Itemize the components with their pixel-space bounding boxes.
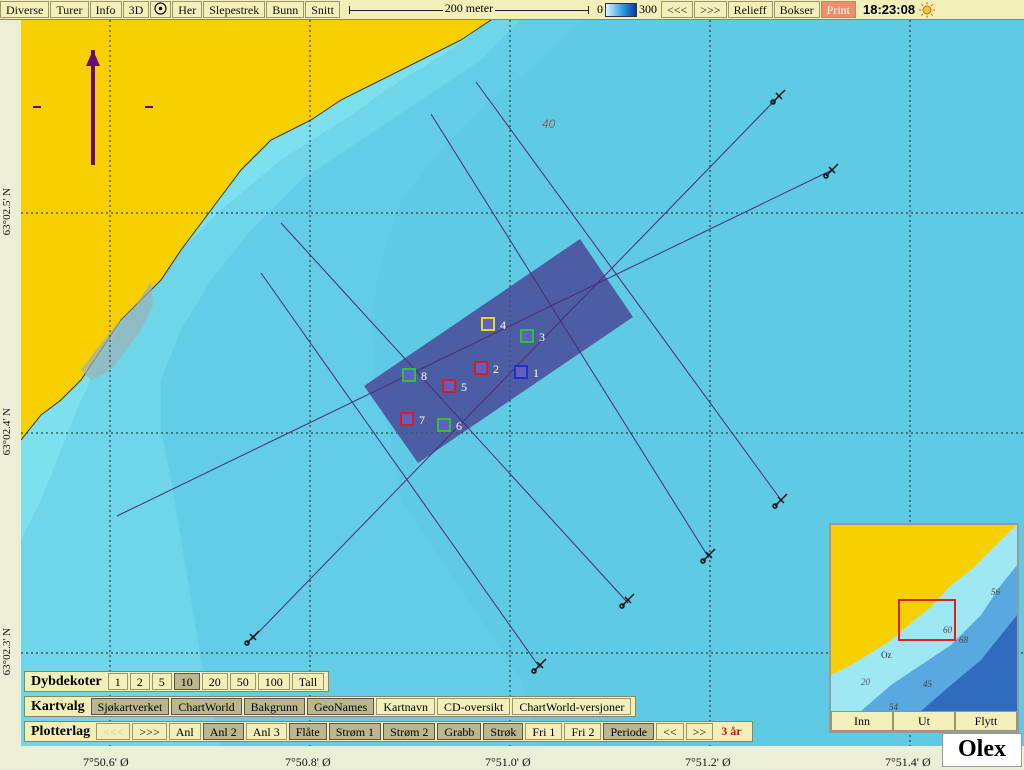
anl3-button[interactable]: Anl 3 — [245, 723, 287, 740]
top-toolbar: Diverse Turer Info 3D Her Slepestrek Bun… — [0, 0, 1024, 20]
prev-button[interactable]: <<< — [660, 1, 694, 18]
strok-button[interactable]: Strøk — [483, 723, 524, 740]
kartnavn-button[interactable]: Kartnavn — [376, 698, 435, 715]
marker-label: 1 — [533, 366, 539, 380]
next-button[interactable]: >>> — [694, 1, 727, 18]
slepestrek-button[interactable]: Slepestrek — [203, 1, 266, 18]
marker-8[interactable]: 8 — [402, 368, 427, 383]
anl-button[interactable]: Anl — [168, 723, 201, 740]
relieff-button[interactable]: Relieff — [727, 1, 773, 18]
marker-label: 4 — [500, 318, 506, 332]
marker-label: 6 — [456, 419, 462, 433]
snitt-button[interactable]: Snitt — [305, 1, 340, 18]
marker-5[interactable]: 5 — [442, 379, 467, 394]
her-button[interactable]: Her — [172, 1, 203, 18]
marker-2[interactable]: 2 — [474, 361, 499, 376]
marker-6[interactable]: 6 — [437, 418, 462, 433]
marker-label: 3 — [539, 330, 545, 344]
minimap-buttons: Inn Ut Flytt — [831, 711, 1017, 731]
3d-button[interactable]: 3D — [122, 1, 150, 18]
marker-7[interactable]: 7 — [400, 412, 425, 427]
plotter-prev-button[interactable]: <<< — [96, 723, 131, 740]
contour-tall-button[interactable]: Tall — [291, 673, 325, 690]
chartworld-button[interactable]: ChartWorld — [171, 698, 242, 715]
marker-1[interactable]: 1 — [514, 365, 539, 380]
contour-10-button[interactable]: 10 — [173, 673, 200, 690]
grabb-button[interactable]: Grabb — [437, 723, 482, 740]
diverse-button[interactable]: Diverse — [0, 1, 50, 18]
minimap-chart[interactable]: Oz 20 45 60 68 54 56 — [831, 525, 1017, 712]
strom2-button[interactable]: Strøm 2 — [383, 723, 436, 740]
info-button[interactable]: Info — [89, 1, 122, 18]
marker-label: 8 — [421, 369, 427, 383]
marker-label: 2 — [493, 362, 499, 376]
minimap-label: 60 — [943, 625, 953, 635]
clock: 18:23:08 — [863, 2, 916, 17]
bokser-button[interactable]: Bokser — [773, 1, 820, 18]
print-button[interactable]: Print — [820, 1, 857, 18]
depth-contour-label: 40 — [542, 117, 556, 131]
zoom-out-button[interactable]: Ut — [893, 711, 955, 731]
fri2-button[interactable]: Fri 2 — [564, 723, 602, 740]
marker-label: 7 — [419, 413, 425, 427]
overview-minimap[interactable]: Oz 20 45 60 68 54 56 Inn Ut Flytt — [829, 523, 1019, 733]
marker-3[interactable]: 3 — [520, 329, 545, 344]
minimap-label: 56 — [991, 587, 1001, 597]
dybdekoter-panel: Dybdekoter 1 2 5 10 20 50 100 Tall — [24, 671, 330, 692]
periode-button[interactable]: Periode — [603, 723, 655, 740]
strom1-button[interactable]: Strøm 1 — [328, 723, 382, 740]
depth-max-label: 300 — [638, 2, 657, 16]
marker-label: 5 — [461, 380, 467, 394]
olex-logo: Olex — [942, 733, 1022, 767]
minimap-label: 68 — [959, 635, 969, 645]
plotter-next-button[interactable]: >>> — [132, 723, 167, 740]
cd-oversikt-button[interactable]: CD-oversikt — [436, 698, 511, 715]
sjokartverket-button[interactable]: Sjøkartverket — [90, 698, 170, 715]
period-next-button[interactable]: >> — [685, 723, 714, 740]
minimap-label: 54 — [889, 702, 899, 711]
depth-scale: 0 300 — [597, 2, 657, 17]
contour-2-button[interactable]: 2 — [129, 673, 150, 690]
anl2-button[interactable]: Anl 2 — [202, 723, 244, 740]
sun-icon[interactable] — [919, 1, 936, 18]
target-icon-button[interactable] — [150, 1, 172, 18]
depth-gradient — [604, 2, 637, 17]
dybdekoter-title: Dybdekoter — [31, 673, 102, 689]
contour-5-button[interactable]: 5 — [151, 673, 172, 690]
lat-label: 63°02.4' N — [1, 408, 13, 456]
kartvalg-panel: Kartvalg Sjøkartverket ChartWorld Bakgru… — [24, 696, 637, 717]
kartvalg-title: Kartvalg — [31, 698, 85, 714]
move-button[interactable]: Flytt — [955, 711, 1017, 731]
contour-50-button[interactable]: 50 — [229, 673, 256, 690]
contour-1-button[interactable]: 1 — [107, 673, 128, 690]
zoom-in-button[interactable]: Inn — [831, 711, 893, 731]
contour-20-button[interactable]: 20 — [201, 673, 228, 690]
turer-button[interactable]: Turer — [50, 1, 89, 18]
flate-button[interactable]: Flåte — [288, 723, 327, 740]
plotterlag-title: Plotterlag — [31, 723, 91, 739]
lat-label: 63°02.5' N — [1, 188, 13, 236]
plotterlag-panel: Plotterlag <<< >>> Anl Anl 2 Anl 3 Flåte… — [24, 721, 753, 742]
period-value: 3 år — [715, 723, 748, 740]
fri1-button[interactable]: Fri 1 — [525, 723, 563, 740]
depth-min-label: 0 — [596, 2, 603, 16]
minimap-label: Oz — [881, 650, 892, 660]
minimap-label: 45 — [923, 679, 933, 689]
marker-4[interactable]: 4 — [481, 317, 506, 332]
bakgrunn-button[interactable]: Bakgrunn — [243, 698, 305, 715]
chartworld-versjoner-button[interactable]: ChartWorld-versjoner — [512, 698, 632, 715]
minimap-label: 20 — [861, 677, 871, 687]
bunn-button[interactable]: Bunn — [266, 1, 305, 18]
scale-label: 200 meter — [442, 1, 496, 15]
lat-label: 63°02.3' N — [1, 628, 13, 676]
geonames-button[interactable]: GeoNames — [307, 698, 375, 715]
target-icon — [154, 2, 167, 15]
scale-bar: 200 meter — [348, 1, 589, 18]
period-prev-button[interactable]: << — [656, 723, 684, 740]
contour-100-button[interactable]: 100 — [257, 673, 290, 690]
